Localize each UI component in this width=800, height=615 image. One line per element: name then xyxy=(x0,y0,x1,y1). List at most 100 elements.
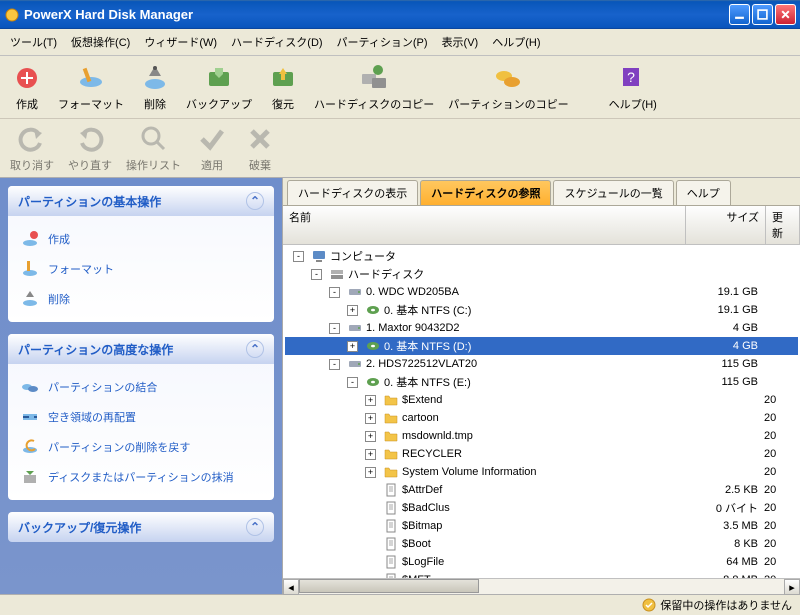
expand-toggle[interactable]: + xyxy=(365,413,376,424)
task-header-basic[interactable]: パーティションの基本操作 ⌃ xyxy=(8,186,274,216)
scroll-right-button[interactable]: ▸ xyxy=(784,579,800,595)
close-button[interactable] xyxy=(775,4,796,25)
copy-partition-button[interactable]: パーティションのコピー xyxy=(444,60,572,114)
task-delete[interactable]: 削除 xyxy=(20,284,262,314)
task-group-basic: パーティションの基本操作 ⌃ 作成 フォーマット 削除 xyxy=(8,186,274,322)
expand-toggle[interactable]: - xyxy=(293,251,304,262)
task-wipe[interactable]: ディスクまたはパーティションの抹消 xyxy=(20,462,262,492)
status-text: 保留中の操作はありません xyxy=(660,597,792,613)
tree-row[interactable]: -2. HDS722512VLAT20115 GB xyxy=(285,355,798,373)
expand-toggle[interactable]: + xyxy=(347,341,358,352)
horizontal-scrollbar[interactable]: ◂ ▸ xyxy=(283,578,800,594)
task-header-backup[interactable]: バックアップ/復元操作 ⌃ xyxy=(8,512,274,542)
create-button[interactable]: 作成 xyxy=(6,60,48,114)
tree-row[interactable]: -0. 基本 NTFS (E:)115 GB xyxy=(285,373,798,391)
tree-row[interactable]: $MFT8.8 MB20 xyxy=(285,571,798,578)
file-icon xyxy=(383,554,399,570)
minimize-button[interactable] xyxy=(729,4,750,25)
col-updated[interactable]: 更新 xyxy=(766,206,800,244)
tree-date: 20 xyxy=(764,466,798,478)
expand-toggle[interactable]: - xyxy=(311,269,322,280)
tree-date: 20 xyxy=(764,484,798,496)
help-icon: ? xyxy=(617,62,649,94)
tree-row[interactable]: -ハードディスク xyxy=(285,265,798,283)
wipe-icon xyxy=(20,467,40,487)
tree-date: 20 xyxy=(764,430,798,442)
disk-icon xyxy=(347,284,363,300)
task-format[interactable]: フォーマット xyxy=(20,254,262,284)
redo-button[interactable]: やり直す xyxy=(64,121,116,175)
tree-size: 115 GB xyxy=(684,358,764,370)
task-panel: パーティションの基本操作 ⌃ 作成 フォーマット 削除 パーティションの高度な操… xyxy=(0,178,282,594)
expand-toggle[interactable]: + xyxy=(347,305,358,316)
menu-harddisk[interactable]: ハードディスク(D) xyxy=(227,32,327,52)
apply-button[interactable]: 適用 xyxy=(191,121,233,175)
tree-row[interactable]: +$Extend20 xyxy=(285,391,798,409)
tree-date: 20 xyxy=(764,394,798,406)
check-icon xyxy=(196,123,228,155)
tree-row[interactable]: +0. 基本 NTFS (C:)19.1 GB xyxy=(285,301,798,319)
tree-row[interactable]: -コンピュータ xyxy=(285,247,798,265)
expand-toggle[interactable]: + xyxy=(365,449,376,460)
menu-virtual[interactable]: 仮想操作(C) xyxy=(67,32,134,52)
tree-row[interactable]: $LogFile64 MB20 xyxy=(285,553,798,571)
toolbar-main: 作成 フォーマット 削除 バックアップ 復元 ハードディスクのコピー パーティシ… xyxy=(0,56,800,119)
help-button[interactable]: ?ヘルプ(H) xyxy=(605,60,661,114)
col-name[interactable]: 名前 xyxy=(283,206,686,244)
delete-button[interactable]: 削除 xyxy=(134,60,176,114)
scroll-track[interactable] xyxy=(299,579,784,594)
task-header-advanced[interactable]: パーティションの高度な操作 ⌃ xyxy=(8,334,274,364)
restore-button[interactable]: 復元 xyxy=(262,60,304,114)
disk-tree[interactable]: -コンピュータ-ハードディスク-0. WDC WD205BA19.1 GB+0.… xyxy=(283,245,800,578)
task-undelete[interactable]: パーティションの削除を戻す xyxy=(20,432,262,462)
tree-row[interactable]: -1. Maxtor 90432D24 GB xyxy=(285,319,798,337)
menu-wizard[interactable]: ウィザード(W) xyxy=(140,32,221,52)
menu-view[interactable]: 表示(V) xyxy=(438,32,483,52)
expand-toggle[interactable]: + xyxy=(365,467,376,478)
oplist-button[interactable]: 操作リスト xyxy=(122,121,185,175)
tree-size: 4 GB xyxy=(684,322,764,334)
tree-row[interactable]: $AttrDef2.5 KB20 xyxy=(285,481,798,499)
tree-size: 115 GB xyxy=(684,376,764,388)
tab-diskview[interactable]: ハードディスクの表示 xyxy=(287,180,418,205)
tab-help[interactable]: ヘルプ xyxy=(676,180,731,205)
undo-button[interactable]: 取り消す xyxy=(6,121,58,175)
menu-help[interactable]: ヘルプ(H) xyxy=(488,32,544,52)
copy-disk-button[interactable]: ハードディスクのコピー xyxy=(310,60,438,114)
expand-toggle[interactable]: - xyxy=(329,323,340,334)
tree-label: $BadClus xyxy=(402,502,684,514)
task-group-advanced: パーティションの高度な操作 ⌃ パーティションの結合 空き領域の再配置 パーティ… xyxy=(8,334,274,500)
tree-row[interactable]: $BadClus0 バイト20 xyxy=(285,499,798,517)
menu-partition[interactable]: パーティション(P) xyxy=(333,32,432,52)
expand-toggle[interactable]: + xyxy=(365,431,376,442)
tree-row[interactable]: +msdownld.tmp20 xyxy=(285,427,798,445)
task-create[interactable]: 作成 xyxy=(20,224,262,254)
expand-toggle[interactable]: + xyxy=(365,395,376,406)
tree-row[interactable]: $Boot8 KB20 xyxy=(285,535,798,553)
scroll-thumb[interactable] xyxy=(299,579,479,593)
computer-icon xyxy=(311,248,327,264)
menu-tool[interactable]: ツール(T) xyxy=(6,32,61,52)
tree-row[interactable]: -0. WDC WD205BA19.1 GB xyxy=(285,283,798,301)
maximize-button[interactable] xyxy=(752,4,773,25)
tree-row[interactable]: +RECYCLER20 xyxy=(285,445,798,463)
task-realloc[interactable]: 空き領域の再配置 xyxy=(20,402,262,432)
task-merge[interactable]: パーティションの結合 xyxy=(20,372,262,402)
scroll-left-button[interactable]: ◂ xyxy=(283,579,299,595)
expand-toggle[interactable]: - xyxy=(347,377,358,388)
tab-schedule[interactable]: スケジュールの一覧 xyxy=(553,180,673,205)
expand-toggle[interactable]: - xyxy=(329,287,340,298)
discard-button[interactable]: 破棄 xyxy=(239,121,281,175)
tree-row[interactable]: +cartoon20 xyxy=(285,409,798,427)
tree-size: 8 KB xyxy=(684,538,764,550)
tab-diskref[interactable]: ハードディスクの参照 xyxy=(420,180,551,205)
format-button[interactable]: フォーマット xyxy=(54,60,128,114)
backup-button[interactable]: バックアップ xyxy=(182,60,256,114)
col-size[interactable]: サイズ xyxy=(686,206,766,244)
tree-row[interactable]: +0. 基本 NTFS (D:)4 GB xyxy=(285,337,798,355)
tree-row[interactable]: $Bitmap3.5 MB20 xyxy=(285,517,798,535)
file-icon xyxy=(383,482,399,498)
expand-toggle[interactable]: - xyxy=(329,359,340,370)
tree-size: 64 MB xyxy=(684,556,764,568)
tree-row[interactable]: +System Volume Information20 xyxy=(285,463,798,481)
